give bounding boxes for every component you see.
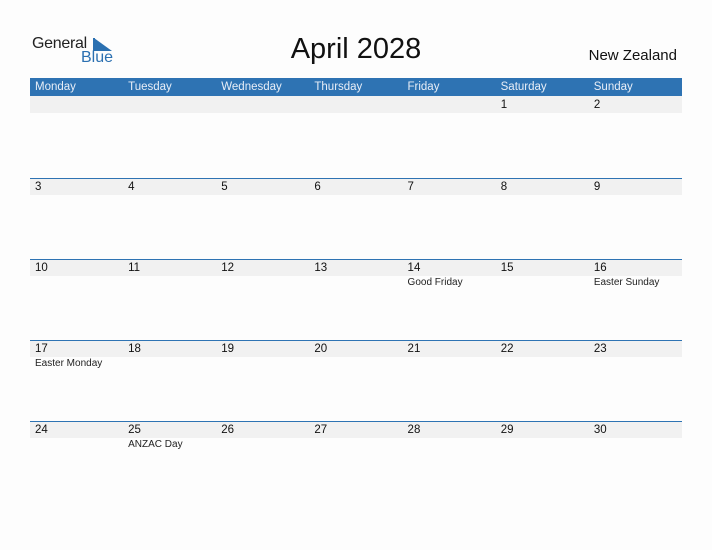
day-cell: 24 — [30, 421, 123, 502]
week-row: 24 25 ANZAC Day 26 27 28 29 30 — [30, 421, 682, 502]
day-number: 11 — [128, 262, 141, 274]
day-cell: 22 — [496, 340, 589, 421]
day-number: 13 — [314, 262, 328, 274]
day-number: 1 — [500, 99, 508, 111]
day-cell: 4 — [123, 178, 216, 259]
week-row: 10 11 12 13 14 Good Friday 15 16 Easter Sunday — [30, 259, 682, 340]
day-cell: 18 — [123, 340, 216, 421]
day-number: 22 — [500, 343, 514, 355]
day-cell: 9 — [589, 178, 682, 259]
weekday-tuesday: Tuesday — [128, 81, 172, 93]
day-number: 26 — [221, 424, 235, 436]
day-cell — [30, 96, 123, 177]
day-cell: 19 — [216, 340, 309, 421]
day-number: 23 — [593, 343, 607, 355]
day-cell: 15 — [496, 259, 589, 340]
weekday-sunday: Sunday — [593, 81, 633, 93]
day-cell: 29 — [496, 421, 589, 502]
day-number: 20 — [314, 343, 328, 355]
day-cell: 25 ANZAC Day — [123, 421, 216, 502]
day-cell: 2 — [589, 96, 682, 177]
week-row: 17 Easter Monday 18 19 20 21 22 23 — [30, 340, 682, 421]
day-number: 24 — [35, 424, 48, 436]
day-number: 29 — [500, 424, 514, 436]
day-cell: 21 — [403, 340, 496, 421]
day-cell: 3 — [30, 178, 123, 259]
day-cell — [309, 96, 402, 177]
weekday-header: Monday Tuesday Wednesday Thursday Friday… — [30, 78, 682, 96]
day-cell: 17 Easter Monday — [30, 340, 123, 421]
weekday-thursday: Thursday — [314, 81, 363, 93]
day-number: 27 — [314, 424, 328, 436]
day-number: 3 — [35, 181, 42, 193]
day-cell: 7 — [403, 178, 496, 259]
day-cell: 5 — [216, 178, 309, 259]
weekday-monday: Monday — [35, 81, 76, 93]
country-label: New Zealand — [588, 47, 677, 64]
day-number: 5 — [221, 181, 228, 193]
day-number: 19 — [221, 343, 235, 355]
day-number: 7 — [407, 181, 414, 193]
day-number: 18 — [128, 343, 141, 355]
day-number: 2 — [593, 99, 601, 111]
day-number: 14 — [407, 262, 421, 274]
day-number: 25 — [128, 424, 141, 436]
day-cell: 1 — [496, 96, 589, 177]
day-cell: 23 — [589, 340, 682, 421]
weekday-wednesday: Wednesday — [221, 81, 282, 93]
day-number: 28 — [407, 424, 421, 436]
day-cell: 13 — [309, 259, 402, 340]
day-number: 8 — [500, 181, 508, 193]
day-cell: 30 — [589, 421, 682, 502]
day-cell: 20 — [309, 340, 402, 421]
day-number: 10 — [35, 262, 48, 274]
day-cell — [403, 96, 496, 177]
day-cell: 26 — [216, 421, 309, 502]
day-number: 30 — [593, 424, 607, 436]
week-row: 12 — [30, 96, 682, 177]
day-cell: 6 — [309, 178, 402, 259]
day-number: 6 — [314, 181, 321, 193]
day-cell: 28 — [403, 421, 496, 502]
week-row: 3 4 5 6 7 8 9 — [30, 178, 682, 259]
day-number: 17 — [35, 343, 48, 355]
weekday-friday: Friday — [407, 81, 440, 93]
day-cell — [216, 96, 309, 177]
day-cell: 12 — [216, 259, 309, 340]
day-number: 21 — [407, 343, 421, 355]
weekday-saturday: Saturday — [500, 81, 547, 93]
day-cell: 8 — [496, 178, 589, 259]
day-number: 9 — [593, 181, 601, 193]
holiday-label: Easter Monday — [35, 358, 103, 369]
day-number: 16 — [593, 262, 607, 274]
day-number: 12 — [221, 262, 235, 274]
holiday-label: Good Friday — [407, 277, 463, 288]
holiday-label: Easter Sunday — [593, 277, 660, 288]
holiday-label: ANZAC Day — [128, 439, 183, 450]
day-number: 4 — [128, 181, 135, 193]
day-cell: 27 — [309, 421, 402, 502]
day-cell: 16 Easter Sunday — [589, 259, 682, 340]
day-cell: 14 Good Friday — [403, 259, 496, 340]
day-cell: 11 — [123, 259, 216, 340]
day-cell — [123, 96, 216, 177]
day-cell: 10 — [30, 259, 123, 340]
day-number: 15 — [500, 262, 514, 274]
